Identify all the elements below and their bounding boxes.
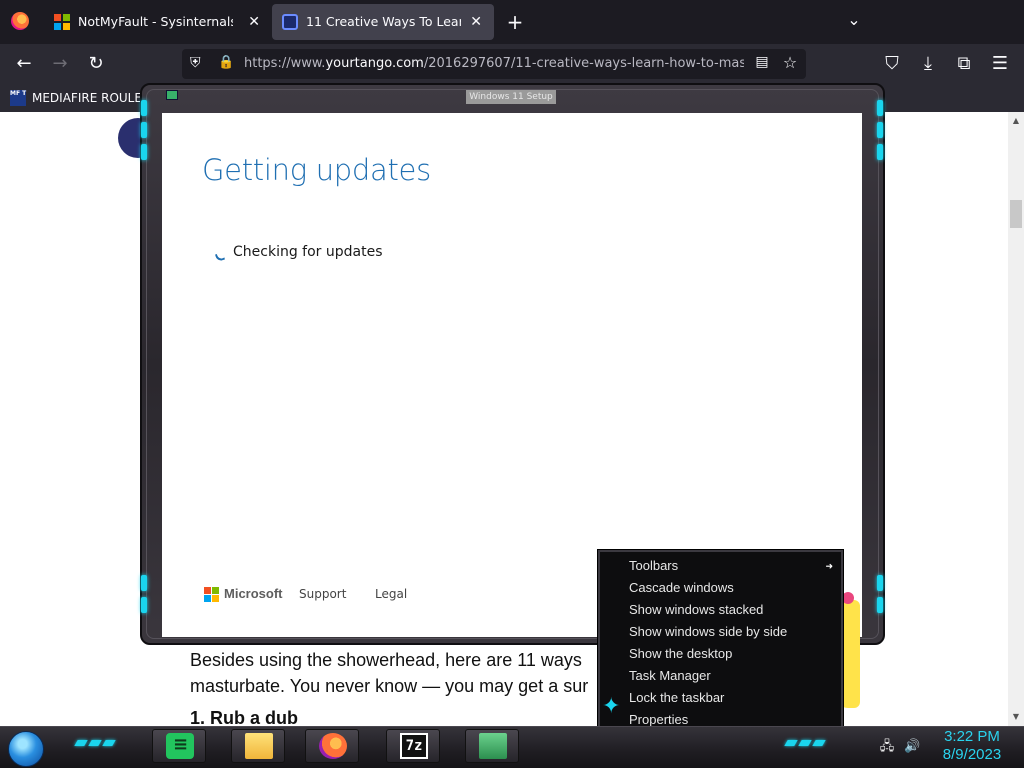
- tab-title: NotMyFault - Sysinternals | Mic: [78, 14, 233, 29]
- frame-led-decoration: [141, 597, 147, 613]
- network-icon[interactable]: 🖧: [879, 740, 895, 754]
- firefox-logo-icon[interactable]: [11, 12, 29, 30]
- taskbar-app-file-explorer[interactable]: [231, 729, 285, 763]
- menu-item-show-windows-stacked[interactable]: Show windows stacked: [600, 599, 841, 621]
- yourtango-icon: [282, 14, 298, 30]
- taskbar-app-sticky-notes[interactable]: [152, 729, 206, 763]
- taskbar-clock[interactable]: 3:22 PM 8/9/2023: [934, 728, 1010, 764]
- menu-decoration-icon: ✦: [602, 694, 621, 719]
- forward-arrow-icon[interactable]: →: [46, 50, 74, 78]
- microsoft-logo-icon: [54, 14, 70, 30]
- microsoft-wordmark: Microsoft: [224, 586, 283, 601]
- file-explorer-icon: [245, 733, 273, 759]
- url-text[interactable]: https://www.yourtango.com/2016297607/11-…: [244, 49, 744, 79]
- article-body: Besides using the showerhead, here are 1…: [190, 647, 610, 699]
- scrollbar-thumb[interactable]: [1010, 200, 1022, 228]
- bookmark-label: MEDIAFIRE ROULETT: [32, 91, 157, 105]
- back-arrow-icon[interactable]: ←: [10, 50, 38, 78]
- frame-led-decoration: [877, 100, 883, 116]
- menu-item-toolbars[interactable]: Toolbars ➜: [600, 555, 841, 577]
- microsoft-brand: Microsoft: [204, 586, 283, 602]
- taskbar-app-setup[interactable]: [465, 729, 519, 763]
- mediafire-icon: MF T: [10, 90, 26, 106]
- menu-item-task-manager[interactable]: Task Manager: [600, 665, 841, 687]
- extensions-icon[interactable]: ⧉: [950, 50, 978, 78]
- clock-date: 8/9/2023: [942, 746, 1002, 763]
- reload-icon[interactable]: ↻: [82, 50, 110, 78]
- scroll-down-arrow-icon[interactable]: ▼: [1008, 710, 1024, 724]
- hamburger-menu-icon[interactable]: ☰: [986, 50, 1014, 78]
- menu-item-cascade-windows[interactable]: Cascade windows: [600, 577, 841, 599]
- sticky-notes-icon: [166, 733, 194, 759]
- setup-window-title: Windows 11 Setup: [466, 90, 556, 104]
- tracking-shield-icon[interactable]: ⛨: [190, 55, 206, 73]
- url-bar[interactable]: ⛨ 🔒 https://www.yourtango.com/2016297607…: [182, 49, 806, 79]
- tab-list-chevron-down-icon[interactable]: ⌄: [843, 10, 865, 32]
- taskbar-app-7zip[interactable]: 7z: [386, 729, 440, 763]
- frame-led-decoration: [141, 575, 147, 591]
- setup-status-text: Checking for updates: [233, 244, 383, 260]
- taskbar-context-menu: Toolbars ➜ Cascade windows Show windows …: [598, 550, 843, 733]
- frame-led-decoration: [141, 100, 147, 116]
- tab-notmyfault[interactable]: NotMyFault - Sysinternals | Mic ✕: [44, 4, 272, 40]
- lock-icon[interactable]: 🔒: [218, 55, 234, 73]
- download-icon[interactable]: ⤓: [914, 50, 942, 78]
- url-domain: yourtango.com: [325, 56, 424, 71]
- nav-bar: ← → ↻ ⛨ 🔒 https://www.yourtango.com/2016…: [0, 44, 1024, 84]
- bookmark-star-icon[interactable]: ☆: [780, 53, 800, 73]
- new-tab-button[interactable]: +: [503, 8, 527, 36]
- clock-time: 3:22 PM: [944, 728, 1000, 745]
- bookmark-mediafire-roulette[interactable]: MF T MEDIAFIRE ROULETT: [10, 89, 156, 107]
- frame-led-decoration: [877, 597, 883, 613]
- frame-led-decoration: [877, 144, 883, 160]
- url-prefix: https://www.: [244, 56, 326, 71]
- reader-view-icon[interactable]: ▤: [752, 54, 772, 74]
- url-path: /2016297607/11-creative-ways-learn-how-t…: [423, 56, 744, 71]
- frame-led-decoration: [141, 122, 147, 138]
- frame-led-decoration: [877, 575, 883, 591]
- menu-item-lock-the-taskbar[interactable]: Lock the taskbar: [600, 687, 841, 709]
- article-line: masturbate. You never know — you may get…: [190, 676, 589, 696]
- tab-title: 11 Creative Ways To Learn How: [306, 14, 461, 29]
- support-link[interactable]: Support: [299, 586, 346, 602]
- scroll-up-arrow-icon[interactable]: ▲: [1008, 114, 1024, 128]
- tab-close-icon[interactable]: ✕: [470, 4, 482, 40]
- article-line: Besides using the showerhead, here are 1…: [190, 650, 582, 670]
- legal-link[interactable]: Legal: [375, 586, 407, 602]
- frame-led-decoration: [141, 144, 147, 160]
- menu-item-label: Toolbars: [629, 558, 679, 573]
- microsoft-logo-icon: [204, 587, 219, 602]
- taskbar-app-firefox[interactable]: [305, 729, 359, 763]
- page-scrollbar[interactable]: ▲ ▼: [1008, 112, 1024, 726]
- tab-bar: NotMyFault - Sysinternals | Mic ✕ 11 Cre…: [0, 0, 1024, 44]
- start-orb-button[interactable]: [8, 731, 44, 767]
- setup-app-icon[interactable]: [166, 90, 178, 100]
- setup-icon: [479, 733, 507, 759]
- submenu-arrow-icon: ➜: [825, 561, 833, 571]
- 7zip-icon: 7z: [400, 733, 428, 759]
- article-subheading: 1. Rub a dub: [190, 708, 298, 726]
- menu-item-show-the-desktop[interactable]: Show the desktop: [600, 643, 841, 665]
- progress-spinner-icon: [214, 251, 226, 263]
- firefox-icon: [319, 733, 347, 759]
- tab-close-icon[interactable]: ✕: [248, 4, 260, 40]
- setup-heading: Getting updates: [202, 153, 431, 187]
- volume-icon[interactable]: 🔊: [904, 740, 920, 754]
- menu-item-show-windows-side-by-side[interactable]: Show windows side by side: [600, 621, 841, 643]
- pocket-icon[interactable]: ⛉: [878, 50, 906, 78]
- frame-led-decoration: [877, 122, 883, 138]
- tab-yourtango[interactable]: 11 Creative Ways To Learn How ✕: [272, 4, 494, 40]
